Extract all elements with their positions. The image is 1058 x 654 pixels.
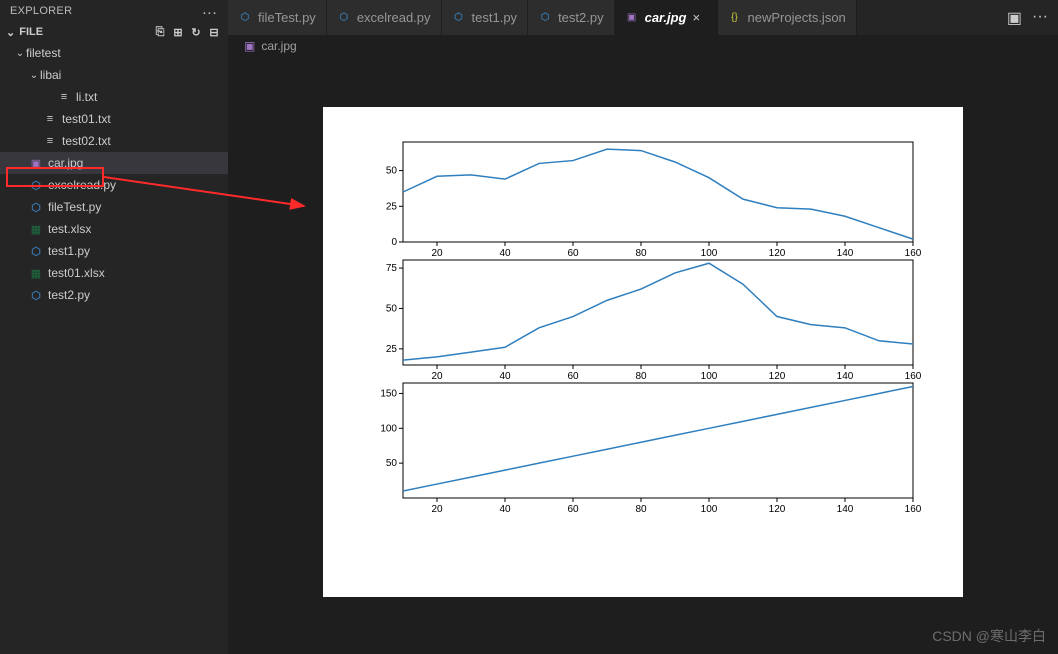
python-file-icon: ⬡ [28, 177, 44, 193]
json-file-icon: {} [728, 11, 742, 25]
file-section-header[interactable]: ⌄ FILE ⎘ ⊞ ↻ ⊟ [0, 22, 228, 42]
svg-text:140: 140 [837, 504, 854, 515]
svg-text:120: 120 [769, 248, 786, 259]
tab-newprojects[interactable]: {}newProjects.json [718, 0, 857, 35]
tab-car-jpg[interactable]: ▣car.jpg× [615, 0, 718, 35]
svg-text:60: 60 [567, 371, 579, 382]
tab-excelread[interactable]: ⬡excelread.py [327, 0, 442, 35]
new-file-icon[interactable]: ⎘ [152, 26, 168, 39]
explorer-header: EXPLORER ... [0, 0, 228, 22]
svg-text:100: 100 [701, 504, 718, 515]
svg-text:60: 60 [567, 504, 579, 515]
python-file-icon: ⬡ [28, 243, 44, 259]
svg-text:160: 160 [905, 248, 922, 259]
section-label: FILE [19, 26, 43, 38]
svg-text:40: 40 [499, 371, 511, 382]
python-file-icon: ⬡ [538, 11, 552, 25]
new-folder-icon[interactable]: ⊞ [170, 26, 186, 39]
text-file-icon: ≡ [42, 111, 58, 127]
svg-text:80: 80 [635, 504, 647, 515]
svg-text:140: 140 [837, 248, 854, 259]
file-test01-xlsx[interactable]: ▦test01.xlsx [0, 262, 228, 284]
python-file-icon: ⬡ [337, 11, 351, 25]
explorer-more-icon[interactable]: ... [203, 5, 218, 17]
chevron-down-icon: ⌄ [6, 26, 15, 39]
image-file-icon: ▣ [625, 11, 639, 25]
file-test1-py[interactable]: ⬡test1.py [0, 240, 228, 262]
image-file-icon: ▣ [28, 155, 44, 171]
python-file-icon: ⬡ [28, 199, 44, 215]
svg-text:60: 60 [567, 248, 579, 259]
collapse-icon[interactable]: ⊟ [206, 26, 222, 39]
watermark: CSDN @寒山李白 [932, 626, 1046, 646]
svg-text:75: 75 [386, 263, 398, 274]
svg-text:25: 25 [386, 201, 398, 212]
file-test2-py[interactable]: ⬡test2.py [0, 284, 228, 306]
folder-filetest[interactable]: ⌄ filetest [0, 42, 228, 64]
svg-text:50: 50 [386, 166, 398, 177]
file-test02-txt[interactable]: ≡test02.txt [0, 130, 228, 152]
svg-text:80: 80 [635, 371, 647, 382]
svg-text:40: 40 [499, 504, 511, 515]
svg-text:25: 25 [386, 344, 398, 355]
tab-bar: ⬡fileTest.py ⬡excelread.py ⬡test1.py ⬡te… [228, 0, 1058, 35]
explorer-title: EXPLORER [10, 5, 72, 17]
svg-text:120: 120 [769, 371, 786, 382]
refresh-icon[interactable]: ↻ [188, 26, 204, 39]
text-file-icon: ≡ [42, 133, 58, 149]
svg-text:140: 140 [837, 371, 854, 382]
file-tree: ⌄ filetest ⌄ libai ≡li.txt ≡test01.txt ≡… [0, 42, 228, 654]
file-li-txt[interactable]: ≡li.txt [0, 86, 228, 108]
explorer-panel: EXPLORER ... ⌄ FILE ⎘ ⊞ ↻ ⊟ ⌄ filetest ⌄… [0, 0, 228, 654]
close-icon[interactable]: × [693, 10, 707, 25]
svg-text:160: 160 [905, 371, 922, 382]
svg-text:20: 20 [431, 371, 443, 382]
svg-text:50: 50 [386, 303, 398, 314]
svg-text:150: 150 [380, 388, 397, 399]
svg-text:100: 100 [701, 371, 718, 382]
file-filetest-py[interactable]: ⬡fileTest.py [0, 196, 228, 218]
file-test-xlsx[interactable]: ▦test.xlsx [0, 218, 228, 240]
svg-text:120: 120 [769, 504, 786, 515]
excel-file-icon: ▦ [28, 221, 44, 237]
file-car-jpg[interactable]: ▣car.jpg [0, 152, 228, 174]
tab-test1[interactable]: ⬡test1.py [442, 0, 529, 35]
editor-area: ⬡fileTest.py ⬡excelread.py ⬡test1.py ⬡te… [228, 0, 1058, 654]
more-actions-icon[interactable]: ··· [1032, 8, 1048, 28]
python-file-icon: ⬡ [452, 11, 466, 25]
chevron-down-icon: ⌄ [28, 70, 40, 81]
svg-text:160: 160 [905, 504, 922, 515]
python-file-icon: ⬡ [238, 11, 252, 25]
text-file-icon: ≡ [56, 89, 72, 105]
svg-text:40: 40 [499, 248, 511, 259]
breadcrumb[interactable]: ▣ car.jpg [228, 35, 1058, 57]
svg-text:100: 100 [380, 423, 397, 434]
python-file-icon: ⬡ [28, 287, 44, 303]
svg-text:100: 100 [701, 248, 718, 259]
image-file-icon: ▣ [244, 39, 255, 53]
svg-text:80: 80 [635, 248, 647, 259]
svg-text:0: 0 [391, 237, 397, 248]
excel-file-icon: ▦ [28, 265, 44, 281]
split-editor-icon[interactable]: ▣ [1007, 8, 1022, 28]
tab-filetest[interactable]: ⬡fileTest.py [228, 0, 327, 35]
svg-text:20: 20 [431, 248, 443, 259]
folder-libai[interactable]: ⌄ libai [0, 64, 228, 86]
svg-text:50: 50 [386, 458, 398, 469]
tab-test2[interactable]: ⬡test2.py [528, 0, 615, 35]
svg-text:20: 20 [431, 504, 443, 515]
chevron-down-icon: ⌄ [14, 48, 26, 59]
file-excelread-py[interactable]: ⬡excelread.py [0, 174, 228, 196]
file-test01-txt[interactable]: ≡test01.txt [0, 108, 228, 130]
image-preview: 20 40 60 80 100 120 140 160 0 25 50 20 40 60 80 100 120 1… [228, 57, 1058, 654]
matplotlib-figure: 20 40 60 80 100 120 140 160 0 25 50 20 40 60 80 100 120 1… [323, 107, 963, 597]
